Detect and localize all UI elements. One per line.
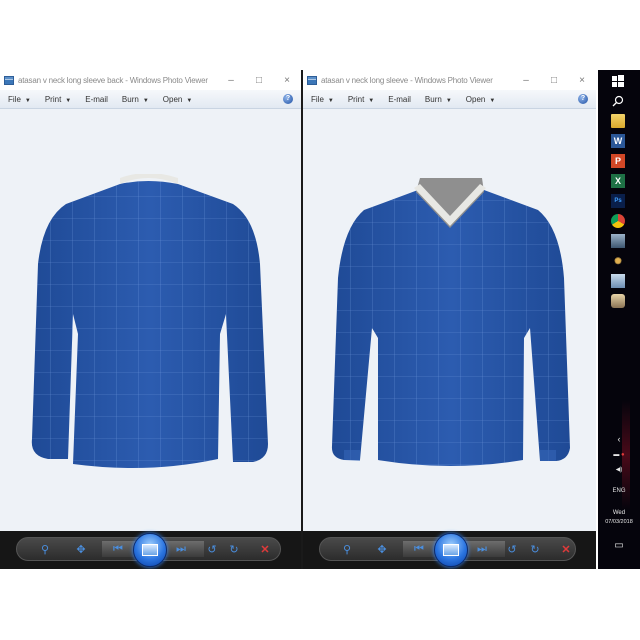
photo-viewer-window-front: atasan v neck long sleeve - Windows Phot… [303,70,596,569]
rotate-ccw-icon[interactable]: ↺ [503,540,521,558]
menu-email[interactable]: E-mail [85,95,108,104]
minimize-button[interactable]: – [217,75,245,86]
photo-viewer-window-back: atasan v neck long sleeve back - Windows… [0,70,301,569]
image-viewport[interactable] [0,109,301,531]
menu-file[interactable]: File ▼ [311,95,334,104]
chevron-down-icon: ▼ [24,97,31,104]
chevron-down-icon: ▼ [489,97,496,104]
help-icon[interactable]: ? [283,94,293,104]
menu-print-label: Print [347,94,365,104]
menu-burn[interactable]: Burn ▼ [425,95,452,104]
menu-file-label: File [8,94,21,104]
action-center-icon[interactable]: ▭ [598,540,640,551]
chevron-down-icon: ▼ [368,97,375,104]
chrome-icon[interactable] [611,214,625,228]
slideshow-icon [443,544,459,556]
menu-open[interactable]: Open ▼ [163,95,193,104]
fit-window-icon[interactable]: ✥ [373,540,391,558]
maximize-button[interactable]: □ [540,75,568,86]
next-icon[interactable]: ⏭ [473,540,491,558]
search-icon[interactable] [611,94,625,108]
menu-print[interactable]: Print ▼ [348,95,374,104]
menu-bar: File ▼ Print ▼ E-mail Burn ▼ Open ▼ ? [303,90,596,109]
menu-email-label: E-mail [85,94,108,104]
image-viewport[interactable] [303,109,596,531]
show-hidden-icons-chevron[interactable]: ‹ [598,434,640,444]
slideshow-button[interactable] [434,533,468,567]
menu-open-label: Open [465,94,486,104]
fit-window-icon[interactable]: ✥ [72,540,90,558]
window-title: atasan v neck long sleeve back - Windows… [18,75,208,85]
media-icon[interactable] [611,294,625,308]
next-icon[interactable]: ⏭ [172,540,190,558]
rotate-cw-icon[interactable]: ↻ [225,540,243,558]
photo-viewer-icon[interactable] [611,274,625,288]
playback-control-bar: ⚲ ✥ ⏮ ⏭ ↺ ↻ ✕ [0,531,301,569]
menu-burn-label: Burn [121,94,139,104]
rotate-cw-icon[interactable]: ↻ [526,540,544,558]
taskbar: W P X Ps ✺ ‹ ▬ ● ◀) ENG Wed 07/03/2018 ▭ [598,70,640,569]
chevron-down-icon: ▼ [327,97,334,104]
chevron-down-icon: ▼ [65,97,72,104]
menu-print[interactable]: Print ▼ [45,95,71,104]
windows-start-icon[interactable] [611,74,625,88]
menu-bar: File ▼ Print ▼ E-mail Burn ▼ Open ▼ ? [0,90,301,109]
app-icon[interactable]: ✺ [611,254,625,268]
language-indicator[interactable]: ENG [598,488,640,494]
slideshow-button[interactable] [133,533,167,567]
playback-control-bar: ⚲ ✥ ⏮ ⏭ ↺ ↻ ✕ [303,531,596,569]
photo-viewer-app-icon [4,75,14,85]
shirt-front-image [331,178,570,466]
menu-email-label: E-mail [388,94,411,104]
previous-icon[interactable]: ⏮ [109,540,127,558]
word-icon[interactable]: W [611,134,625,148]
menu-file[interactable]: File ▼ [8,95,31,104]
menu-email[interactable]: E-mail [388,95,411,104]
title-bar[interactable]: atasan v neck long sleeve back - Windows… [0,70,301,90]
clock-day[interactable]: Wed [598,510,640,516]
network-icon[interactable]: ▬ ● [598,452,640,458]
shirt-back-image [31,174,268,468]
window-title: atasan v neck long sleeve - Windows Phot… [321,75,493,85]
menu-burn-label: Burn [424,94,442,104]
chevron-down-icon: ▼ [445,97,452,104]
zoom-icon[interactable]: ⚲ [36,540,54,558]
previous-icon[interactable]: ⏮ [410,540,428,558]
excel-icon[interactable]: X [611,174,625,188]
maximize-button[interactable]: □ [245,75,273,86]
volume-icon[interactable]: ◀) [598,466,640,473]
powerpoint-icon[interactable]: P [611,154,625,168]
slideshow-icon [142,544,158,556]
help-icon[interactable]: ? [578,94,588,104]
menu-file-label: File [311,94,324,104]
rotate-ccw-icon[interactable]: ↺ [203,540,221,558]
menu-open-label: Open [162,94,183,104]
photo-viewer-app-icon [307,75,317,85]
clock-date[interactable]: 07/03/2018 [598,519,640,525]
minimize-button[interactable]: – [512,75,540,86]
zoom-icon[interactable]: ⚲ [338,540,356,558]
menu-print-label: Print [44,94,62,104]
delete-icon[interactable]: ✕ [557,540,575,558]
title-bar[interactable]: atasan v neck long sleeve - Windows Phot… [303,70,596,90]
photos-icon[interactable] [611,234,625,248]
close-button[interactable]: × [568,75,596,86]
file-explorer-icon[interactable] [611,114,625,128]
menu-burn[interactable]: Burn ▼ [122,95,149,104]
photoshop-icon[interactable]: Ps [611,194,625,208]
delete-icon[interactable]: ✕ [256,540,274,558]
menu-open[interactable]: Open ▼ [466,95,496,104]
chevron-down-icon: ▼ [186,97,193,104]
close-button[interactable]: × [273,75,301,86]
chevron-down-icon: ▼ [142,97,149,104]
